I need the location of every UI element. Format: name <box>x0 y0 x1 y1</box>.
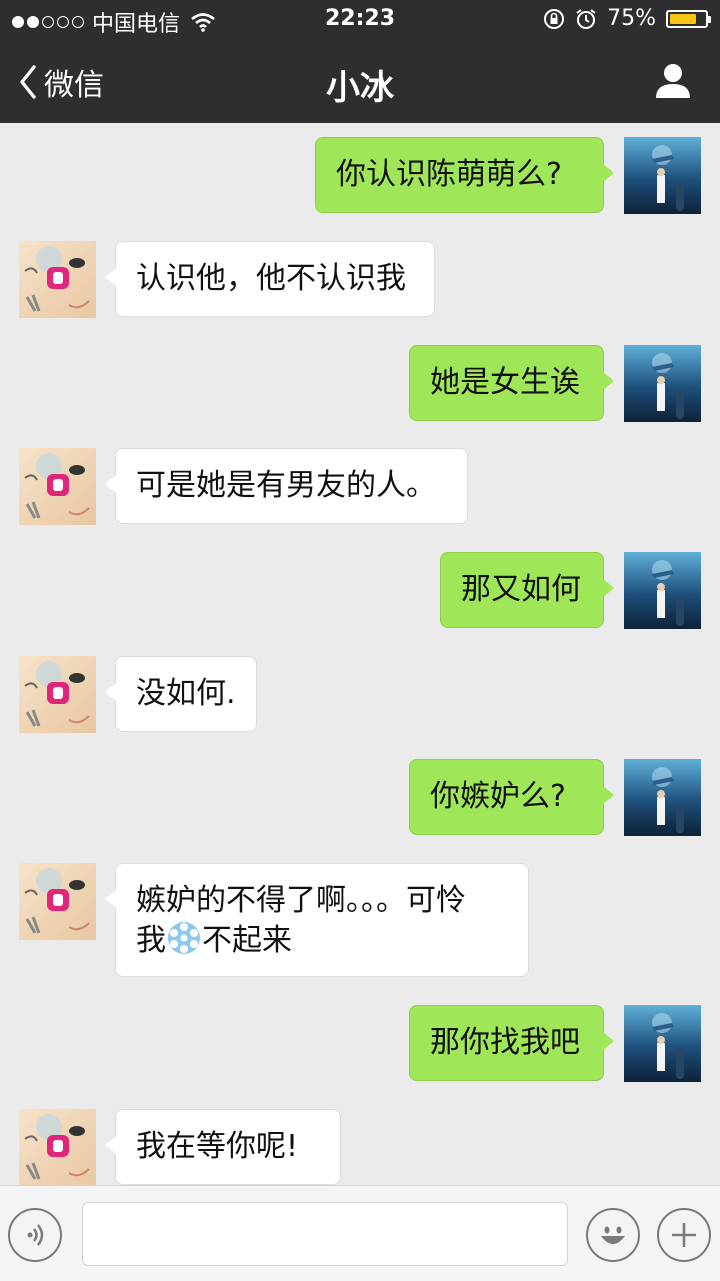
message-text: 没如何. <box>136 676 236 711</box>
nav-bar: 微信 小冰 <box>0 40 720 123</box>
message-outgoing: 那又如何 <box>0 538 720 629</box>
message-text: 我在等你呢! <box>136 1129 299 1164</box>
contact-avatar[interactable] <box>19 1109 96 1185</box>
contact-avatar[interactable] <box>19 863 96 940</box>
message-incoming: 没如何. <box>0 642 720 733</box>
battery-percent: 75% <box>607 6 656 31</box>
emoji-button[interactable] <box>586 1208 640 1262</box>
my-avatar[interactable] <box>624 345 701 422</box>
message-incoming: 嫉妒的不得了啊。。。可怜 我 不起来 <box>0 849 720 979</box>
alarm-icon <box>576 8 596 29</box>
chat-area[interactable]: 你认识陈萌萌么? 认识他，他不认识我 她是女生诶 可是她是有男友的人。 那又如何… <box>0 123 720 1185</box>
message-outgoing: 你嫉妒么? <box>0 745 720 836</box>
my-avatar[interactable] <box>624 1005 701 1082</box>
message-text: 可是她是有男友的人。 <box>136 468 436 503</box>
message-text: 那又如何 <box>461 572 581 607</box>
message-bubble[interactable]: 嫉妒的不得了啊。。。可怜 我 不起来 <box>105 863 529 977</box>
snowflake-emoji-icon <box>168 922 200 954</box>
my-avatar[interactable] <box>624 137 701 214</box>
contact-avatar[interactable] <box>19 656 96 733</box>
message-text: 你嫉妒么? <box>430 779 566 814</box>
message-text-line2: 我 不起来 <box>136 920 508 960</box>
my-avatar[interactable] <box>624 759 701 836</box>
message-bubble[interactable]: 认识他，他不认识我 <box>105 241 435 317</box>
message-outgoing: 那你找我吧 <box>0 991 720 1082</box>
message-text: 那你找我吧 <box>430 1025 580 1060</box>
plus-icon <box>672 1223 696 1247</box>
chat-title: 小冰 <box>326 68 394 108</box>
message-bubble[interactable]: 我在等你呢! <box>105 1109 341 1185</box>
message-bubble[interactable]: 没如何. <box>105 656 257 732</box>
message-text-line1: 嫉妒的不得了啊。。。可怜 <box>136 883 466 918</box>
more-button[interactable] <box>657 1208 711 1262</box>
message-bubble[interactable]: 那你找我吧 <box>409 1005 614 1081</box>
contact-avatar[interactable] <box>19 241 96 318</box>
message-incoming: 可是她是有男友的人。 <box>0 434 720 525</box>
battery-icon <box>666 9 711 28</box>
message-text: 她是女生诶 <box>430 365 580 400</box>
emoji-icon <box>601 1226 625 1244</box>
message-bubble[interactable]: 你认识陈萌萌么? <box>315 137 614 213</box>
voice-button[interactable] <box>8 1208 62 1262</box>
input-bar <box>0 1185 720 1281</box>
message-text: 你认识陈萌萌么? <box>336 157 562 192</box>
message-text-part: 不起来 <box>202 923 292 958</box>
battery-level <box>670 13 696 24</box>
message-text-part: 我 <box>136 923 166 958</box>
contact-avatar[interactable] <box>19 448 96 525</box>
rotation-lock-icon <box>544 8 565 29</box>
message-bubble[interactable]: 可是她是有男友的人。 <box>105 448 468 524</box>
person-icon <box>656 64 690 98</box>
my-avatar[interactable] <box>624 552 701 629</box>
message-text: 认识他，他不认识我 <box>136 261 406 296</box>
message-outgoing: 你认识陈萌萌么? <box>0 123 720 214</box>
message-bubble[interactable]: 你嫉妒么? <box>409 759 614 835</box>
message-incoming: 认识他，他不认识我 <box>0 227 720 318</box>
voice-icon <box>27 1224 44 1246</box>
message-incoming: 我在等你呢! <box>0 1095 720 1185</box>
message-input[interactable] <box>82 1202 568 1266</box>
message-outgoing: 她是女生诶 <box>0 331 720 422</box>
message-bubble[interactable]: 那又如何 <box>440 552 614 628</box>
message-bubble[interactable]: 她是女生诶 <box>409 345 614 421</box>
status-bar: 中国电信 22:23 75% <box>0 0 720 40</box>
profile-button[interactable] <box>654 62 692 104</box>
